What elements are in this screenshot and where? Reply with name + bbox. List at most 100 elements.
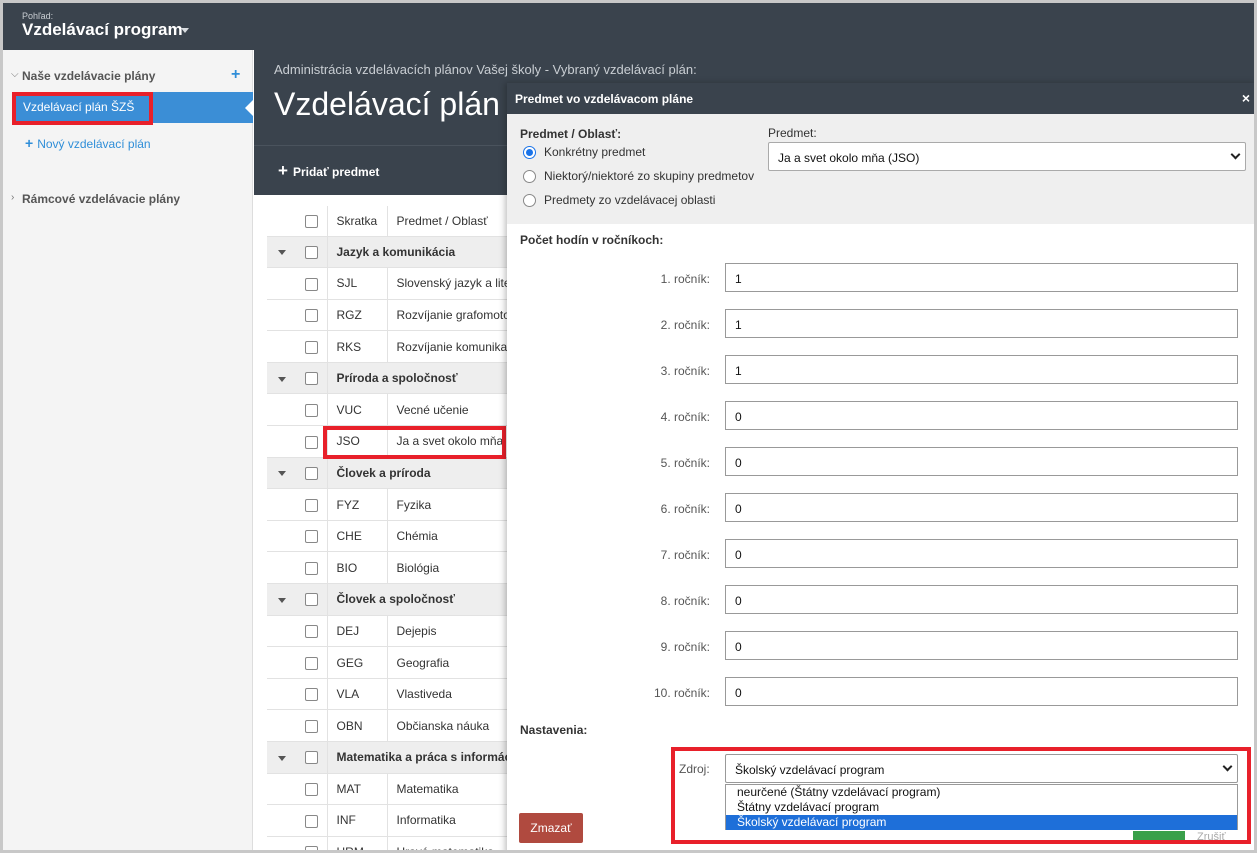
subject-select-value: Ja a svet okolo mňa (JSO) xyxy=(778,151,920,165)
expand-cell[interactable] xyxy=(267,362,297,395)
row-checkbox[interactable] xyxy=(305,309,319,323)
table-row[interactable]: RGZ Rozvíjanie grafomoto xyxy=(267,299,517,332)
group-name: Človek a príroda xyxy=(326,457,517,490)
row-checkbox[interactable] xyxy=(305,688,319,702)
subject-select[interactable]: Ja a svet okolo mňa (JSO) xyxy=(768,142,1246,171)
radio-subject-group[interactable]: Niektorý/niektoré zo skupiny predmetov xyxy=(523,169,754,184)
chevron-right-icon[interactable]: › xyxy=(11,192,14,203)
delete-button[interactable]: Zmazať xyxy=(519,813,583,843)
new-plan-label: Nový vzdelávací plán xyxy=(37,137,151,151)
radio-button[interactable] xyxy=(523,170,536,184)
grade-hours-input[interactable]: 0 xyxy=(725,493,1238,522)
row-checkbox[interactable] xyxy=(305,245,319,259)
row-checkbox[interactable] xyxy=(305,656,319,670)
grade-hours-input[interactable]: 1 xyxy=(725,263,1238,292)
grade-hours-input[interactable]: 0 xyxy=(725,631,1238,660)
radio-subject-area[interactable]: Predmety zo vzdelávacej oblasti xyxy=(523,193,715,208)
collapse-icon[interactable] xyxy=(278,250,286,256)
chevron-down-icon[interactable]: ⌵ xyxy=(11,69,19,80)
checkbox-cell xyxy=(297,773,327,806)
row-checkbox[interactable] xyxy=(305,498,319,512)
table-row[interactable]: FYZ Fyzika xyxy=(267,488,517,521)
grade-label: 5. ročník: xyxy=(660,456,710,470)
view-selector[interactable]: Vzdelávací program xyxy=(22,20,183,40)
grade-hours-input[interactable]: 1 xyxy=(725,309,1238,338)
grade-hours-input[interactable]: 0 xyxy=(725,447,1238,476)
table-row[interactable]: BIO Biológia xyxy=(267,551,517,585)
subject-abbr: VUC xyxy=(326,393,387,427)
row-checkbox[interactable] xyxy=(305,814,319,828)
row-checkbox[interactable] xyxy=(305,561,319,575)
subject-abbr: CHE xyxy=(326,520,387,553)
row-checkbox[interactable] xyxy=(305,530,319,544)
table-row[interactable]: SJL Slovenský jazyk a lite xyxy=(267,267,517,300)
grade-hours-input[interactable]: 0 xyxy=(725,401,1238,430)
row-checkbox[interactable] xyxy=(305,277,319,291)
header-select-all xyxy=(297,206,327,237)
collapse-icon[interactable] xyxy=(278,597,286,603)
group-row[interactable]: Matematika a práca s informác xyxy=(267,741,517,774)
radio-button[interactable] xyxy=(523,194,536,208)
expand-cell[interactable] xyxy=(267,236,297,269)
group-row[interactable]: Človek a spoločnosť xyxy=(267,583,517,616)
row-checkbox[interactable] xyxy=(305,751,319,765)
row-checkbox[interactable] xyxy=(305,372,319,386)
add-plan-icon[interactable]: + xyxy=(231,66,240,84)
settings-label: Nastavenia: xyxy=(520,723,588,737)
caret-down-icon[interactable] xyxy=(181,28,189,33)
new-plan-link[interactable]: + Nový vzdelávací plán xyxy=(25,135,151,151)
grade-hours-input[interactable]: 0 xyxy=(725,585,1238,614)
table-row[interactable]: VLA Vlastiveda xyxy=(267,678,517,711)
close-icon[interactable]: × xyxy=(1242,90,1250,106)
row-checkbox[interactable] xyxy=(305,719,319,733)
table-row[interactable]: RKS Rozvíjanie komunika xyxy=(267,330,517,363)
spacer-cell xyxy=(267,678,297,711)
grade-hours-input[interactable]: 0 xyxy=(725,677,1238,706)
table-row[interactable]: CHE Chémia xyxy=(267,520,517,553)
checkbox-cell xyxy=(297,709,327,742)
grade-label: 6. ročník: xyxy=(660,502,710,516)
collapse-icon[interactable] xyxy=(278,755,286,761)
row-checkbox[interactable] xyxy=(305,403,319,417)
sidebar-section-title[interactable]: Naše vzdelávacie plány xyxy=(22,69,155,83)
table-row[interactable]: DEJ Dejepis xyxy=(267,615,517,648)
grade-label: 7. ročník: xyxy=(660,548,710,562)
radio-button-checked[interactable] xyxy=(523,146,536,160)
subject-name: Rozvíjanie grafomoto xyxy=(386,299,517,332)
checkbox-cell xyxy=(297,583,327,616)
collapse-icon[interactable] xyxy=(278,471,286,477)
radio-specific-subject[interactable]: Konkrétny predmet xyxy=(523,145,645,160)
row-checkbox[interactable] xyxy=(305,340,319,354)
row-checkbox[interactable] xyxy=(305,783,319,797)
group-row[interactable]: Človek a príroda xyxy=(267,457,517,490)
add-subject-label: Pridať predmet xyxy=(292,165,380,179)
table-row[interactable]: MAT Matematika xyxy=(267,773,517,806)
table-row[interactable]: VUC Vecné učenie xyxy=(267,393,517,427)
header-abbr[interactable]: Skratka xyxy=(326,206,387,237)
spacer-cell xyxy=(267,267,297,300)
table-row[interactable]: INF Informatika xyxy=(267,804,517,837)
table-row[interactable]: HRM Hravá matematika xyxy=(267,836,517,850)
sidebar-section-framework[interactable]: Rámcové vzdelávacie plány xyxy=(22,192,180,206)
subject-name: Biológia xyxy=(386,551,517,585)
add-subject-button[interactable]: + Pridať predmet xyxy=(278,161,379,181)
expand-cell[interactable] xyxy=(267,457,297,490)
header-subject[interactable]: Predmet / Oblasť xyxy=(386,206,517,237)
group-row[interactable]: Príroda a spoločnosť xyxy=(267,362,517,395)
row-checkbox[interactable] xyxy=(305,625,319,639)
group-row[interactable]: Jazyk a komunikácia xyxy=(267,236,517,269)
table-row[interactable]: GEG Geografia xyxy=(267,646,517,679)
grade-hours-input[interactable]: 1 xyxy=(725,355,1238,384)
table-row[interactable]: OBN Občianska náuka xyxy=(267,709,517,742)
collapse-icon[interactable] xyxy=(278,376,286,382)
row-checkbox[interactable] xyxy=(305,467,319,481)
expand-cell[interactable] xyxy=(267,741,297,774)
expand-cell[interactable] xyxy=(267,583,297,616)
row-checkbox[interactable] xyxy=(305,435,319,449)
checkbox-cell xyxy=(297,393,327,427)
spacer-cell xyxy=(267,425,297,458)
row-checkbox[interactable] xyxy=(305,846,319,850)
grade-hours-input[interactable]: 0 xyxy=(725,539,1238,568)
select-all-checkbox[interactable] xyxy=(305,214,319,228)
row-checkbox[interactable] xyxy=(305,593,319,607)
